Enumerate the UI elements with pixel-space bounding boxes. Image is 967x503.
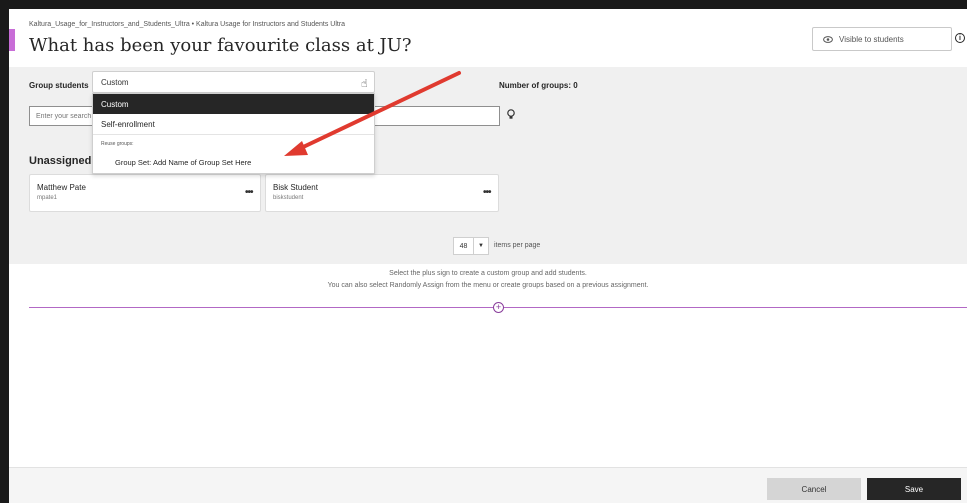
groups-panel: Kaltura_Usage_for_Instructors_and_Studen…	[9, 9, 967, 503]
dropdown-option-group-set[interactable]: Group Set: Add Name of Group Set Here	[93, 152, 374, 172]
page-title: What has been your favourite class at JU…	[29, 35, 412, 56]
eye-icon	[823, 35, 833, 43]
cancel-button[interactable]: Cancel	[767, 478, 861, 500]
more-options-icon[interactable]: •••	[483, 187, 491, 198]
info-icon[interactable]: i	[955, 33, 965, 43]
hand-cursor-icon: ☝	[361, 78, 368, 90]
items-per-page-value: 48	[454, 238, 474, 254]
lightbulb-icon[interactable]	[507, 109, 515, 120]
student-card[interactable]: Matthew Pate mpate1 •••	[29, 174, 261, 212]
help-text-line-1: Select the plus sign to create a custom …	[389, 270, 587, 277]
reuse-groups-heading: Reuse groups:	[101, 141, 134, 147]
student-username: biskstudent	[273, 195, 304, 201]
number-of-groups: Number of groups: 0	[499, 81, 578, 90]
help-text-line-2: You can also select Randomly Assign from…	[327, 282, 649, 289]
group-students-label: Group students	[29, 81, 89, 90]
dropdown-option-self-enrollment[interactable]: Self-enrollment	[93, 114, 374, 135]
student-username: mpate1	[37, 195, 58, 201]
accent-tab	[9, 29, 15, 51]
more-options-icon[interactable]: •••	[245, 187, 253, 198]
group-students-select[interactable]: Custom	[92, 71, 375, 93]
student-name: Bisk Student	[273, 183, 318, 192]
caret-down-icon: ▼	[478, 243, 484, 249]
items-per-page-select[interactable]: 48 ▼	[453, 237, 489, 255]
save-button[interactable]: Save	[867, 478, 961, 500]
items-per-page-label: items per page	[494, 242, 541, 249]
student-card[interactable]: Bisk Student biskstudent •••	[265, 174, 499, 212]
visibility-button[interactable]: Visible to students	[812, 27, 952, 51]
add-group-plus-icon[interactable]: +	[493, 302, 504, 313]
visibility-label: Visible to students	[839, 34, 904, 44]
group-students-dropdown: Custom Self-enrollment Reuse groups: Gro…	[92, 93, 375, 174]
student-name: Matthew Pate	[37, 183, 86, 192]
breadcrumb[interactable]: Kaltura_Usage_for_Instructors_and_Studen…	[29, 21, 345, 28]
dropdown-option-custom[interactable]: Custom	[93, 94, 374, 114]
